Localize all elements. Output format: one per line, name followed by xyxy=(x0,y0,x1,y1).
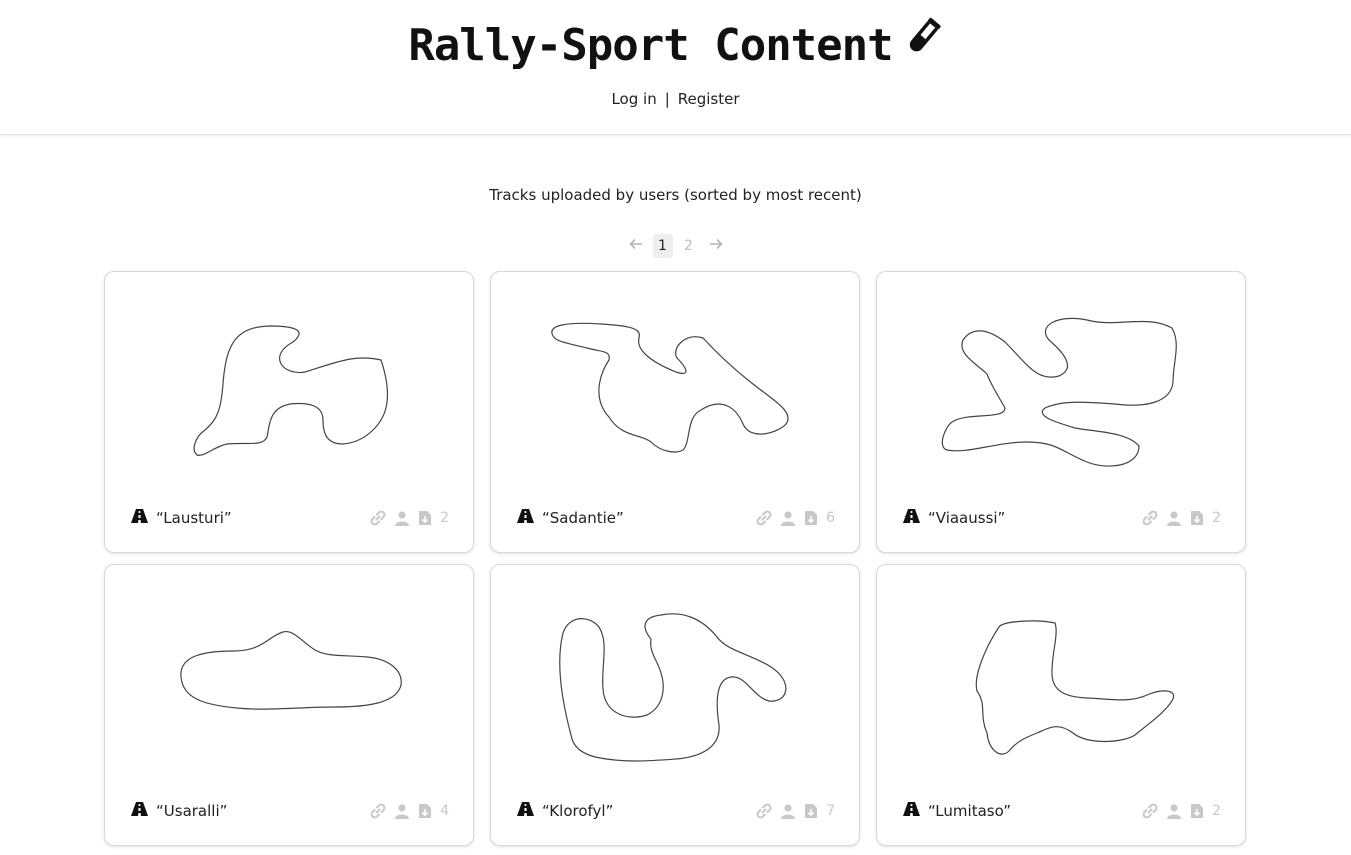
track-name-text: “Lausturi” xyxy=(156,509,232,527)
arrow-left-icon[interactable] xyxy=(625,238,647,254)
pagination: 1 2 xyxy=(0,233,1351,259)
user-icon[interactable] xyxy=(1166,803,1182,819)
link-icon[interactable] xyxy=(1142,803,1158,819)
road-icon xyxy=(131,509,148,527)
track-card[interactable]: “Klorofyl” 7 xyxy=(490,564,860,846)
track-name: “Klorofyl” xyxy=(517,802,613,820)
auth-links: Log in | Register xyxy=(0,90,1351,108)
page-2-button[interactable]: 2 xyxy=(679,234,699,258)
site-title[interactable]: Rally-Sport Content xyxy=(0,15,1351,77)
page-1-button[interactable]: 1 xyxy=(652,234,673,258)
user-icon[interactable] xyxy=(1166,510,1182,526)
track-meta: 2 xyxy=(1142,803,1221,819)
track-card-footer: “Lumitaso” 2 xyxy=(903,801,1221,821)
download-count: 7 xyxy=(826,803,835,819)
track-card[interactable]: “Lausturi” 2 xyxy=(104,271,474,553)
register-link[interactable]: Register xyxy=(678,90,740,108)
page-subtitle: Tracks uploaded by users (sorted by most… xyxy=(489,186,862,204)
link-icon[interactable] xyxy=(756,510,772,526)
track-name-text: “Sadantie” xyxy=(542,509,624,527)
track-card[interactable]: “Sadantie” 6 xyxy=(490,271,860,553)
download-count: 2 xyxy=(440,510,449,526)
track-card-footer: “Usaralli” 4 xyxy=(131,801,449,821)
user-icon[interactable] xyxy=(394,803,410,819)
user-icon[interactable] xyxy=(780,803,796,819)
track-map xyxy=(941,317,1177,467)
track-map xyxy=(975,620,1175,755)
download-icon[interactable] xyxy=(1190,510,1204,526)
road-icon xyxy=(517,509,534,527)
track-meta: 7 xyxy=(756,803,835,819)
test-tube-icon xyxy=(903,15,943,73)
track-name: “Lausturi” xyxy=(131,509,232,527)
user-icon[interactable] xyxy=(394,510,410,526)
track-map xyxy=(180,630,402,710)
track-meta: 2 xyxy=(1142,510,1221,526)
track-card-footer: “Viaaussi” 2 xyxy=(903,508,1221,528)
track-name-text: “Lumitaso” xyxy=(928,802,1011,820)
track-card-footer: “Lausturi” 2 xyxy=(131,508,449,528)
road-icon xyxy=(903,802,920,820)
track-name-text: “Klorofyl” xyxy=(542,802,614,820)
track-name: “Sadantie” xyxy=(517,509,624,527)
download-count: 2 xyxy=(1212,510,1221,526)
download-icon[interactable] xyxy=(418,803,432,819)
link-icon[interactable] xyxy=(370,803,386,819)
download-icon[interactable] xyxy=(804,510,818,526)
site-title-text: Rally-Sport Content xyxy=(408,20,893,71)
download-count: 6 xyxy=(826,510,835,526)
track-card[interactable]: “Lumitaso” 2 xyxy=(876,564,1246,846)
login-link[interactable]: Log in xyxy=(611,90,656,108)
track-card[interactable]: “Viaaussi” 2 xyxy=(876,271,1246,553)
link-icon[interactable] xyxy=(756,803,772,819)
track-name: “Viaaussi” xyxy=(903,509,1005,527)
track-name-text: “Usaralli” xyxy=(156,802,228,820)
download-icon[interactable] xyxy=(1190,803,1204,819)
track-name-text: “Viaaussi” xyxy=(928,509,1006,527)
track-map xyxy=(559,613,787,762)
site-header: Rally-Sport Content Log in | Register xyxy=(0,0,1351,135)
track-card[interactable]: “Usaralli” 4 xyxy=(104,564,474,846)
arrow-right-icon[interactable] xyxy=(705,238,727,254)
track-card-footer: “Sadantie” 6 xyxy=(517,508,835,528)
link-icon[interactable] xyxy=(1142,510,1158,526)
road-icon xyxy=(131,802,148,820)
link-icon[interactable] xyxy=(370,510,386,526)
track-name: “Usaralli” xyxy=(131,802,227,820)
track-name: “Lumitaso” xyxy=(903,802,1011,820)
download-count: 2 xyxy=(1212,803,1221,819)
download-icon[interactable] xyxy=(418,510,432,526)
road-icon xyxy=(517,802,534,820)
track-meta: 4 xyxy=(370,803,449,819)
track-card-footer: “Klorofyl” 7 xyxy=(517,801,835,821)
track-meta: 2 xyxy=(370,510,449,526)
auth-separator: | xyxy=(664,90,670,108)
user-icon[interactable] xyxy=(780,510,796,526)
track-map xyxy=(193,325,389,456)
download-icon[interactable] xyxy=(804,803,818,819)
download-count: 4 xyxy=(440,803,449,819)
track-meta: 6 xyxy=(756,510,835,526)
road-icon xyxy=(903,509,920,527)
track-map xyxy=(551,322,789,453)
